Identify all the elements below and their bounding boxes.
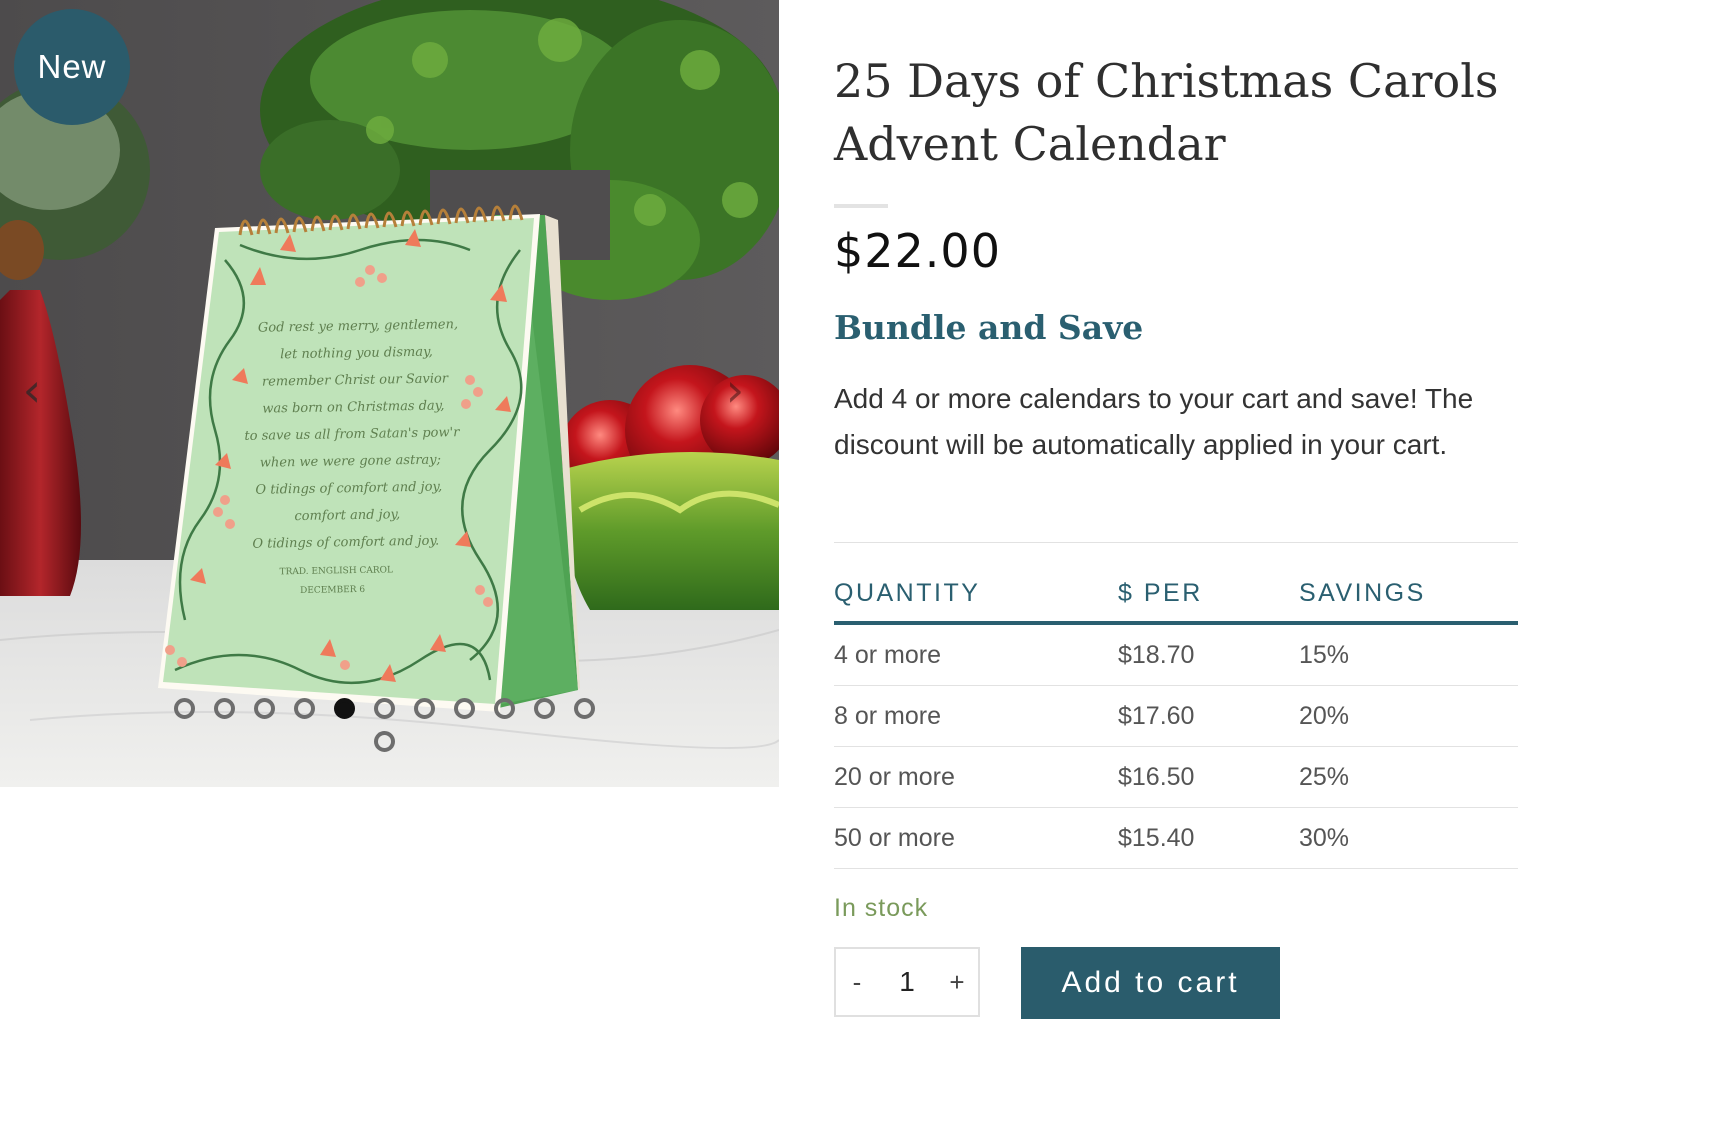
header-quantity: QUANTITY (834, 566, 1118, 625)
carousel-dot[interactable] (414, 698, 435, 719)
product-image[interactable]: God rest ye merry, gentlemen, let nothin… (0, 0, 779, 787)
tier-price: $15.40 (1118, 807, 1299, 869)
product-gallery: God rest ye merry, gentlemen, let nothin… (0, 0, 779, 787)
chevron-left-icon[interactable]: ‹ (12, 360, 52, 420)
add-to-cart-button[interactable]: Add to cart (1021, 947, 1280, 1019)
bundle-pricing-table: QUANTITY $ PER SAVINGS 4 or more $18.70 … (834, 566, 1518, 869)
card-line: comfort and joy, (294, 507, 400, 524)
tier-savings: 15% (1299, 623, 1518, 686)
carousel-dot[interactable] (454, 698, 475, 719)
carousel-dot[interactable] (494, 698, 515, 719)
tier-quantity: 50 or more (834, 807, 1118, 869)
carousel-dot[interactable] (254, 698, 275, 719)
carousel-dot[interactable] (214, 698, 235, 719)
card-line: was born on Christmas day, (262, 398, 444, 416)
tier-savings: 25% (1299, 746, 1518, 808)
quantity-input[interactable] (885, 965, 929, 999)
stock-status: In stock (834, 894, 929, 922)
carousel-dot[interactable] (294, 698, 315, 719)
card-attribution: TRAD. ENGLISH CAROL (279, 565, 393, 577)
tier-quantity: 20 or more (834, 746, 1118, 808)
carousel-dot[interactable] (574, 698, 595, 719)
table-row: 4 or more $18.70 15% (834, 623, 1518, 686)
card-line: when we were gone astray; (260, 453, 441, 471)
card-date: DECEMBER 6 (300, 585, 365, 596)
carousel-dot[interactable] (534, 698, 555, 719)
title-divider (834, 204, 888, 208)
tier-price: $18.70 (1118, 623, 1299, 686)
bundle-heading: Bundle and Save (834, 308, 1144, 347)
bundle-description: Add 4 or more calendars to your cart and… (834, 383, 1474, 460)
table-header-row: QUANTITY $ PER SAVINGS (834, 566, 1518, 625)
new-badge: New (14, 9, 130, 125)
tier-savings: 30% (1299, 807, 1518, 869)
carousel-dot[interactable] (174, 698, 195, 719)
header-savings: SAVINGS (1299, 566, 1518, 625)
increase-quantity-button[interactable]: + (936, 967, 978, 998)
tier-quantity: 8 or more (834, 685, 1118, 747)
carousel-dot-active[interactable] (334, 698, 355, 719)
header-price-per: $ PER (1118, 566, 1299, 625)
product-price: $22.00 (834, 224, 1001, 278)
table-divider (834, 542, 1518, 543)
product-title: 25 Days of Christmas Carols Advent Calen… (834, 54, 1499, 171)
card-line: let nothing you dismay, (280, 345, 433, 363)
chevron-right-icon[interactable]: › (715, 360, 755, 420)
tier-savings: 20% (1299, 685, 1518, 747)
table-row: 20 or more $16.50 25% (834, 746, 1518, 808)
tier-price: $17.60 (1118, 685, 1299, 747)
table-row: 8 or more $17.60 20% (834, 685, 1518, 747)
quantity-stepper: - + (834, 947, 980, 1017)
carousel-dot[interactable] (374, 731, 395, 752)
table-row: 50 or more $15.40 30% (834, 807, 1518, 869)
decrease-quantity-button[interactable]: - (836, 967, 878, 998)
tier-price: $16.50 (1118, 746, 1299, 808)
carousel-dot[interactable] (374, 698, 395, 719)
tier-quantity: 4 or more (834, 623, 1118, 686)
